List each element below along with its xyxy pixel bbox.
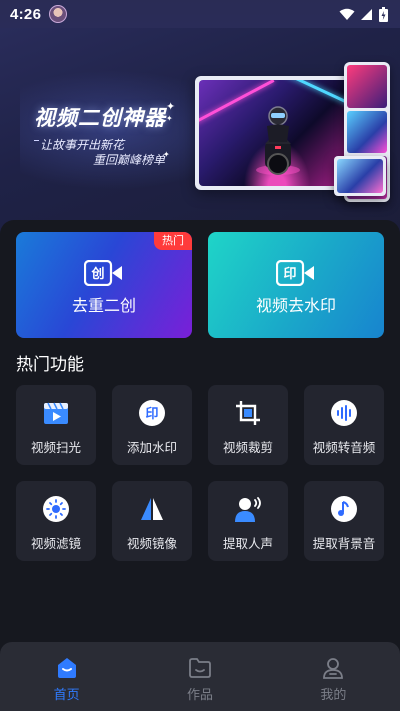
tab-home[interactable]: 首页 xyxy=(0,642,133,711)
remove-watermark-card[interactable]: 印 视频去水印 xyxy=(208,232,384,338)
remove-watermark-icon: 印 xyxy=(276,260,314,286)
svg-text:创: 创 xyxy=(90,266,104,282)
hero-divider xyxy=(34,140,39,141)
tool-video-to-audio[interactable]: 视频转音频 xyxy=(304,385,384,465)
tool-label: 提取人声 xyxy=(222,536,273,551)
motorcycle-illustration xyxy=(256,106,300,175)
tool-extract-voice[interactable]: 提取人声 xyxy=(208,481,288,561)
tool-extract-bgm[interactable]: 提取背景音 xyxy=(304,481,384,561)
hero-title: 视频二创神器 xyxy=(34,106,166,130)
svg-text:印: 印 xyxy=(145,407,158,422)
tool-label: 视频镜像 xyxy=(126,536,177,551)
tool-video-filter[interactable]: 视频滤镜 xyxy=(16,481,96,561)
signal-icon xyxy=(361,8,372,20)
tool-label: 视频滤镜 xyxy=(30,536,81,551)
video-scan-icon xyxy=(44,402,68,424)
svg-text:印: 印 xyxy=(283,267,296,282)
profile-icon xyxy=(323,658,344,679)
hot-badge: 热门 xyxy=(154,232,192,250)
tab-profile[interactable]: 我的 xyxy=(267,642,400,711)
tool-label: 视频扫光 xyxy=(30,440,81,455)
wifi-icon xyxy=(339,8,355,20)
sparkle-icon: ✦ xyxy=(166,114,173,123)
tab-label: 首页 xyxy=(53,688,80,703)
tool-label: 提取背景音 xyxy=(312,536,376,551)
filter-icon xyxy=(43,496,69,522)
create-video-icon: 创 xyxy=(84,260,122,286)
crop-icon xyxy=(236,401,260,425)
voice-extract-icon xyxy=(235,497,261,522)
tab-works[interactable]: 作品 xyxy=(133,642,266,711)
add-watermark-icon: 印 xyxy=(139,400,165,426)
tab-label: 作品 xyxy=(186,688,213,703)
notification-avatar-icon xyxy=(49,5,68,23)
section-title: 热门功能 xyxy=(16,355,84,375)
remove-watermark-label: 视频去水印 xyxy=(255,296,336,315)
battery-icon xyxy=(379,6,388,22)
tool-label: 视频转音频 xyxy=(312,440,376,455)
tool-add-watermark[interactable]: 印 添加水印 xyxy=(112,385,192,465)
music-note-icon xyxy=(331,496,357,522)
dedupe-remix-label: 去重二创 xyxy=(71,296,136,315)
mirror-icon xyxy=(141,498,163,520)
tab-label: 我的 xyxy=(320,688,347,703)
hero-banner[interactable]: 视频二创神器 ✦ ✦ ✦ 让故事开出新花 重回巅峰榜单 xyxy=(0,0,400,240)
status-time: 4:26 xyxy=(10,5,42,23)
folder-icon xyxy=(189,658,211,678)
home-icon xyxy=(57,658,76,678)
dedupe-remix-card[interactable]: 创 去重二创 热门 xyxy=(16,232,192,338)
tool-video-crop[interactable]: 视频裁剪 xyxy=(208,385,288,465)
tool-label: 视频裁剪 xyxy=(222,440,273,455)
bottom-tab-bar: 首页 作品 我的 xyxy=(0,642,400,711)
status-bar: 4:26 xyxy=(0,0,400,28)
tool-label: 添加水印 xyxy=(126,440,177,455)
audio-wave-icon xyxy=(331,400,357,426)
hero-thumbnail-featured xyxy=(334,156,386,196)
tool-video-scan[interactable]: 视频扫光 xyxy=(16,385,96,465)
hero-subtitle-2: 重回巅峰榜单 xyxy=(93,153,166,167)
tool-video-mirror[interactable]: 视频镜像 xyxy=(112,481,192,561)
sparkle-icon: ✦ xyxy=(166,100,176,113)
